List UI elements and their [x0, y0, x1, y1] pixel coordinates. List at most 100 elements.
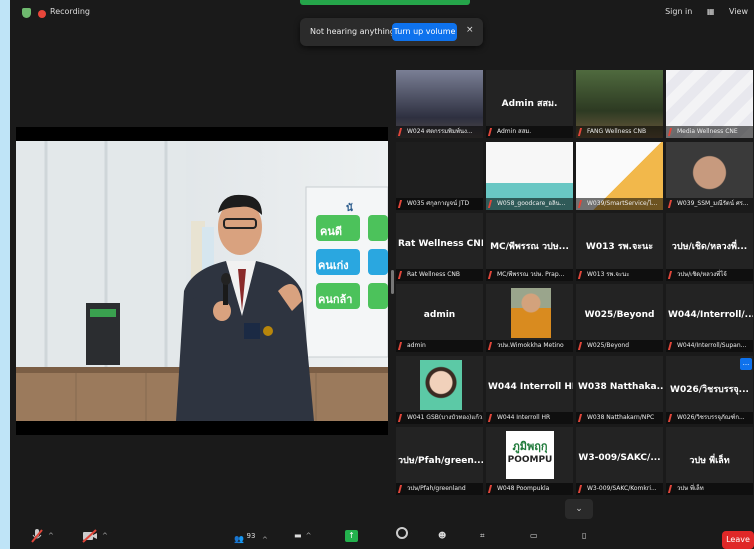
- participant-name-label: W044/Interroll/Supan...: [666, 340, 753, 352]
- audio-notification: Not hearing anything? Turn up volume ×: [300, 18, 483, 46]
- video-button[interactable]: ^: [82, 527, 108, 545]
- participant-tile[interactable]: MC/พีพรรณ วปษ... MC/พีพรรณ วปษ. Prap...: [486, 213, 573, 281]
- apps-button[interactable]: ⌗: [480, 527, 485, 545]
- participant-tile[interactable]: W024 ศตกรรมพิมพ์นง...: [396, 70, 483, 138]
- participant-display-name: MC/พีพรรณ วปษ...: [490, 242, 569, 252]
- participant-display-name: W026/วิชรบรรจุ...: [670, 385, 749, 395]
- participant-display-name: Admin สสม.: [501, 99, 558, 109]
- zoom-window: Recording Sign in ▦ View Not hearing any…: [10, 0, 754, 549]
- participant-name-label: W058_goodcare_อลิน...: [486, 198, 573, 210]
- notes-button[interactable]: ▯: [582, 527, 586, 545]
- participant-tile[interactable]: W3-009/SAKC/... W3-009/SAKC/Komkri...: [576, 427, 663, 495]
- participant-display-name: Rat Wellness CNB: [398, 239, 483, 249]
- participant-tile[interactable]: W035 ศกุลกาญจน์ JTD: [396, 142, 483, 210]
- record-button[interactable]: [396, 527, 408, 545]
- participant-name-label: Rat Wellness CNB: [396, 269, 483, 281]
- participant-tile[interactable]: FANG Wellness CNB: [576, 70, 663, 138]
- participant-tile[interactable]: W044 Interroll HR W044 Interroll HR: [486, 356, 573, 424]
- participant-tile[interactable]: ภูมิพฤกุ POOMPU W048 Poompukla: [486, 427, 573, 495]
- participant-tile[interactable]: W038 Natthaka... W038 Natthakarn/NPC: [576, 356, 663, 424]
- participant-name-label: W048 Poompukla: [486, 483, 573, 495]
- participant-display-name: W025/Beyond: [584, 310, 655, 320]
- participant-name-label: W038 Natthakarn/NPC: [576, 412, 663, 424]
- participant-name-label: W024 ศตกรรมพิมพ์นง...: [396, 126, 483, 138]
- participant-tile[interactable]: Admin สสม. Admin สสม.: [486, 70, 573, 138]
- speaker-scene-image: [16, 141, 388, 421]
- participant-name-label: วปษ พี่เล็ท: [666, 483, 753, 495]
- participant-tile[interactable]: Media Wellness CNE: [666, 70, 753, 138]
- participant-name-label: W039/SmartService/ไ...: [576, 198, 663, 210]
- mute-button[interactable]: ^: [30, 527, 54, 545]
- recording-label: Recording: [50, 7, 91, 16]
- participant-name-label: วปษ.Wimokkha Metino: [486, 340, 573, 352]
- turn-up-volume-button[interactable]: Turn up volume: [392, 23, 457, 41]
- participants-button[interactable]: 👥 93 ^: [234, 527, 268, 545]
- participant-tile[interactable]: W041 GSB(บางบัวทอง)แก้ว...: [396, 356, 483, 424]
- participant-avatar: [420, 360, 462, 410]
- participant-name-label: วปษ/เชิด/หลวงพี่โจ้: [666, 269, 753, 281]
- share-icon: ↑: [345, 530, 358, 542]
- participant-tile[interactable]: Rat Wellness CNB Rat Wellness CNB: [396, 213, 483, 281]
- notes-icon: ▯: [582, 531, 587, 540]
- participant-tile[interactable]: วปษ.Wimokkha Metino: [486, 284, 573, 352]
- participant-name-label: W044 Interroll HR: [486, 412, 573, 424]
- chat-button[interactable]: ▬ ^: [294, 527, 311, 545]
- whiteboard-icon: ▭: [530, 531, 538, 540]
- chevron-down-icon[interactable]: ⌄: [565, 499, 593, 519]
- screen-share-indicator[interactable]: [300, 0, 470, 5]
- slide-word-2: คนเก่ง: [318, 259, 349, 272]
- participant-name-label: W026/วิชรบรรจุภัณฑ์ก...: [666, 412, 753, 424]
- participant-tile[interactable]: วปษ/เชิด/หลวงพี่... วปษ/เชิด/หลวงพี่โจ้: [666, 213, 753, 281]
- participant-tile[interactable]: W058_goodcare_อลิน...: [486, 142, 573, 210]
- mic-muted-icon: [31, 528, 43, 543]
- whiteboard-button[interactable]: ▭: [530, 527, 538, 545]
- participant-tile[interactable]: วปษ/Pfah/green... วปษ/Pfah/greenland: [396, 427, 483, 495]
- participant-tile[interactable]: W039/SmartService/ไ...: [576, 142, 663, 210]
- participant-name-label: W041 GSB(บางบัวทอง)แก้ว...: [396, 412, 483, 424]
- apps-icon: ⌗: [480, 531, 485, 540]
- participant-tile[interactable]: W039_SSM_มณีรัตน์ ศร...: [666, 142, 753, 210]
- participant-display-name: วปษ พี่เล็ท: [689, 456, 730, 466]
- record-icon: [396, 527, 408, 539]
- participant-photo: [511, 288, 551, 338]
- participant-name-label: Media Wellness CNE: [666, 126, 753, 138]
- logo-line-1: ภูมิพฤกุ: [512, 440, 548, 453]
- meeting-toolbar: ^ ^ 👥 93 ^ ▬ ^ ↑ ☻ ⌗ ▭ ▯: [10, 522, 754, 549]
- reactions-icon: ☻: [438, 531, 447, 540]
- participant-display-name: W044 Interroll HR: [488, 382, 573, 392]
- video-off-icon: [82, 528, 97, 543]
- top-right-controls: Sign in ▦ View: [653, 7, 748, 16]
- close-icon[interactable]: ×: [466, 25, 474, 35]
- more-options-icon[interactable]: ...: [740, 358, 752, 370]
- participant-display-name: W3-009/SAKC/...: [578, 453, 661, 463]
- participant-display-name: วปษ/เชิด/หลวงพี่...: [671, 242, 748, 252]
- slide-word-3: คนกล้า: [318, 293, 353, 306]
- leave-button[interactable]: Leave: [722, 531, 754, 549]
- participant-display-name: W013 รพ.จะนะ: [585, 242, 654, 252]
- participant-name-label: Admin สสม.: [486, 126, 573, 138]
- participant-tile[interactable]: วปษ พี่เล็ท วปษ พี่เล็ท: [666, 427, 753, 495]
- shield-icon[interactable]: [22, 8, 31, 18]
- participant-name-label: W035 ศกุลกาญจน์ JTD: [396, 198, 483, 210]
- active-speaker-video[interactable]: นั คนดี คนเก่ง คนกล้า: [16, 127, 388, 435]
- participant-name-label: W039_SSM_มณีรัตน์ ศร...: [666, 198, 753, 210]
- view-label: View: [729, 7, 748, 16]
- chat-icon: ▬: [294, 531, 302, 540]
- share-screen-button[interactable]: ↑: [345, 527, 358, 545]
- view-menu[interactable]: ▦ View: [707, 7, 748, 16]
- participant-name-label: W3-009/SAKC/Komkri...: [576, 483, 663, 495]
- reactions-button[interactable]: ☻: [438, 527, 446, 545]
- participant-tile[interactable]: W013 รพ.จะนะ W013 รพ.จะนะ: [576, 213, 663, 281]
- participants-count: 93: [246, 532, 256, 540]
- participant-tile[interactable]: admin admin: [396, 284, 483, 352]
- participant-name-label: W013 รพ.จะนะ: [576, 269, 663, 281]
- participant-name-label: MC/พีพรรณ วปษ. Prap...: [486, 269, 573, 281]
- participant-tile[interactable]: W044/Interroll/... W044/Interroll/Supan..…: [666, 284, 753, 352]
- participant-tile[interactable]: W025/Beyond W025/Beyond: [576, 284, 663, 352]
- slide-word-1: คนดี: [320, 225, 343, 238]
- participant-name-label: admin: [396, 340, 483, 352]
- sign-in-link[interactable]: Sign in: [665, 7, 692, 16]
- participant-name-label: วปษ/Pfah/greenland: [396, 483, 483, 495]
- panel-resize-handle[interactable]: [391, 270, 394, 294]
- gallery-grid: W024 ศตกรรมพิมพ์นง... Admin สสม. Admin สสม…: [396, 70, 754, 497]
